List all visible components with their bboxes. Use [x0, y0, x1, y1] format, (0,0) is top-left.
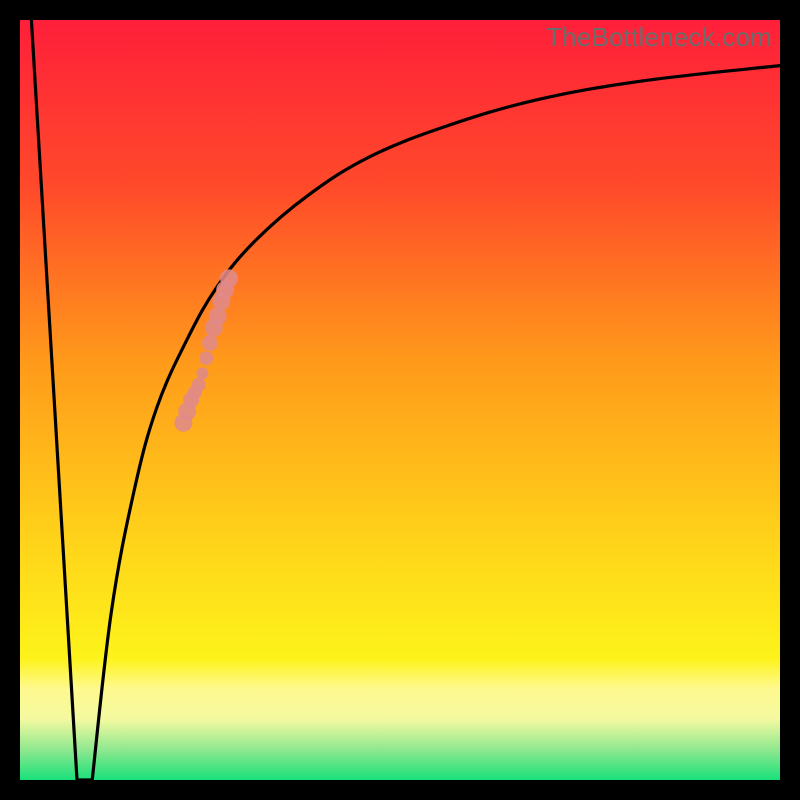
- chart-frame: TheBottleneck.com: [0, 0, 800, 800]
- bottleneck-curve: [31, 20, 780, 780]
- highlight-marker: [192, 378, 206, 392]
- highlight-marker: [202, 335, 218, 351]
- highlight-marker: [199, 351, 213, 365]
- highlight-marker: [196, 367, 208, 379]
- plot-area: TheBottleneck.com: [20, 20, 780, 780]
- highlight-markers: [174, 269, 238, 431]
- highlight-marker: [209, 307, 227, 325]
- curve-layer: [20, 20, 780, 780]
- highlight-marker: [220, 269, 238, 287]
